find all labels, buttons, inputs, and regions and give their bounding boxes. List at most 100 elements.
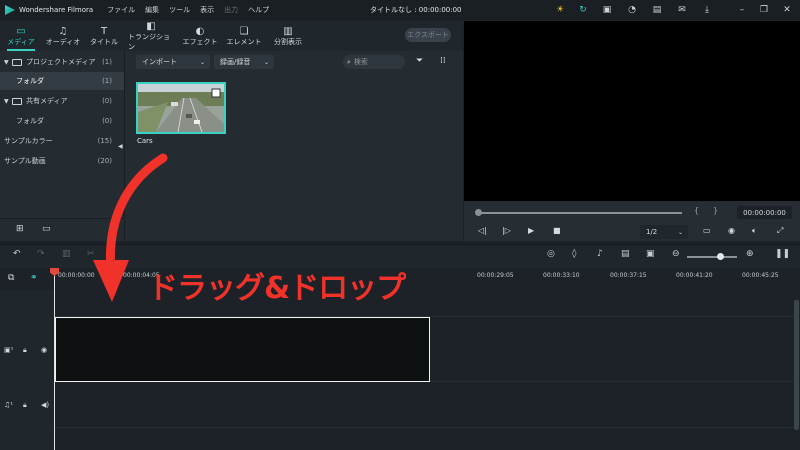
preview-scrub-handle[interactable] [475,209,482,216]
eye-icon[interactable]: ◉ [41,346,47,354]
preview-viewer [464,21,800,201]
tree-item-folder-selected[interactable]: フォルダ (1) [0,72,124,90]
menu-tools[interactable]: ツール [169,5,190,15]
tab-title-label: タイトル [90,37,118,46]
snapshot-icon[interactable]: ◉ [728,226,735,235]
speaker-icon[interactable]: ◀︎) [41,401,49,409]
expand-arrow-icon[interactable]: ▼ [4,59,12,66]
zoom-out-icon[interactable]: ⊖ [672,249,680,259]
chevron-down-icon: ⌄ [677,228,683,236]
tab-effects[interactable]: ◐ エフェクト [182,21,218,51]
document-title: タイトルなし : 00:00:00:00 [370,6,462,14]
media-clip-thumbnail[interactable] [136,82,226,134]
export-button[interactable]: エクスポート [405,28,451,42]
stop-icon[interactable]: ■ [553,226,561,235]
microphone-icon[interactable]: ♪ [597,249,603,259]
mark-out-icon[interactable]: } [713,206,718,215]
tab-media[interactable]: ▭ メディア [4,21,38,51]
tab-audio-label: オーディオ [45,37,81,46]
ruler-tick-label: 00:00:33:10 [543,272,580,279]
play-pause-icon[interactable]: |▷ [502,226,511,235]
filmora-logo-icon [5,5,15,15]
crop-icon[interactable]: ▣ [646,249,655,259]
menu-edit[interactable]: 編集 [145,5,159,15]
display-icon[interactable]: ▭ [703,226,711,235]
link-icon[interactable]: ⚭ [30,273,38,283]
folder-icon: ▭ [16,25,26,37]
menu-export[interactable]: 出力 [224,5,238,15]
marker-icon[interactable]: ◊ [572,249,576,259]
lightbulb-icon[interactable]: ☀ [553,3,567,17]
mixer-icon[interactable]: ▤ [621,249,630,259]
lock-icon[interactable]: 🔒︎ [23,401,27,410]
record-dropdown[interactable]: 録画/録音 ⌄ [214,55,274,69]
redo-icon[interactable]: ↷ [37,249,45,259]
volume-icon[interactable]: 🔈︎ [752,226,757,236]
folder-outline-icon[interactable]: ▭ [42,224,51,234]
expand-arrow-icon[interactable]: ▼ [4,98,12,105]
search-placeholder: 検索 [353,58,368,66]
menu-help[interactable]: ヘルプ [248,5,269,15]
sync-icon[interactable]: ↻ [576,3,590,17]
tree-item-shared-folder[interactable]: フォルダ (0) [0,112,124,130]
tab-transition[interactable]: ◧ トランジション [128,21,174,51]
save-icon[interactable]: ▤ [650,3,664,17]
zoom-slider-handle[interactable] [717,253,724,260]
tab-split-screen[interactable]: ▥ 分割表示 [270,21,306,51]
render-icon[interactable]: ◎ [547,249,555,259]
tree-item-count: (1) [102,77,112,85]
download-icon[interactable]: ⤓ [700,3,714,17]
tree-item-count: (0) [102,117,112,125]
zoom-in-icon[interactable]: ⊕ [746,249,754,259]
undo-icon[interactable]: ↶ [13,249,21,259]
menu-view[interactable]: 表示 [200,5,214,15]
fullscreen-icon[interactable]: ⤢ [777,226,783,236]
close-icon[interactable]: ✕ [780,3,794,17]
play-icon[interactable]: ▶ [528,226,534,235]
drop-target-highlight[interactable] [55,317,430,382]
mark-in-icon[interactable]: { [694,206,699,215]
tab-effects-label: エフェクト [182,37,218,46]
zoom-slider-track[interactable] [687,256,737,258]
ruler-tick-label: 00:00:45:25 [742,272,779,279]
collapse-panel-icon[interactable]: ◀ [118,143,123,150]
tab-media-label: メディア [7,37,35,46]
tab-split-screen-label: 分割表示 [274,37,302,46]
playhead-line[interactable] [54,268,55,450]
tab-audio[interactable]: ♫ オーディオ [42,21,84,51]
highway-scene-image [138,84,224,132]
restore-icon[interactable]: ❐ [757,3,771,17]
add-track-icon[interactable]: ⧉ [8,273,14,283]
tree-item-label: フォルダ [16,117,44,125]
filter-icon[interactable]: ⏷ [416,56,423,66]
tree-item-project-media[interactable]: ▼ プロジェクトメディア (1) [0,53,124,71]
tree-item-count: (1) [102,58,112,66]
tree-item-sample-colors[interactable]: サンプルカラー (15) [0,132,124,150]
grid-view-icon[interactable]: ⁞⁞ [440,56,446,66]
lock-icon[interactable]: 🔒︎ [23,346,27,355]
tab-elements[interactable]: ❏ エレメント [226,21,262,51]
tree-item-shared-media[interactable]: ▼ 共有メディア (0) [0,92,124,110]
menu-file[interactable]: ファイル [107,5,135,15]
pause-bars-icon[interactable]: ❚❚ [775,249,790,259]
ruler-tick-label: 00:00:37:15 [610,272,647,279]
tab-title[interactable]: T タイトル [88,21,120,51]
timeline-scrollbar[interactable] [794,300,799,430]
playback-quality-select[interactable]: 1/2 ⌄ [640,225,688,239]
mail-icon[interactable]: ✉ [675,3,689,17]
effects-icon: ◐ [195,25,205,37]
audio-track[interactable] [54,384,794,428]
new-folder-icon[interactable]: ⊞ [16,224,24,234]
import-dropdown[interactable]: インポート ⌄ [136,55,210,69]
gift-icon[interactable]: ▣ [600,3,614,17]
previous-frame-icon[interactable]: ◁| [478,226,487,235]
minimize-icon[interactable]: – [735,3,749,17]
track-headers [0,290,54,450]
ruler-tick-label: 00:00:29:05 [477,272,514,279]
account-icon[interactable]: ◔ [625,3,639,17]
delete-icon[interactable]: ▥ [62,249,71,259]
preview-scrub-track[interactable] [478,212,682,214]
search-field[interactable]: ⌕ 検索 [343,55,405,69]
tree-item-label: サンプルカラー [4,137,53,145]
video-track-icon: ▣¹ [4,346,14,354]
